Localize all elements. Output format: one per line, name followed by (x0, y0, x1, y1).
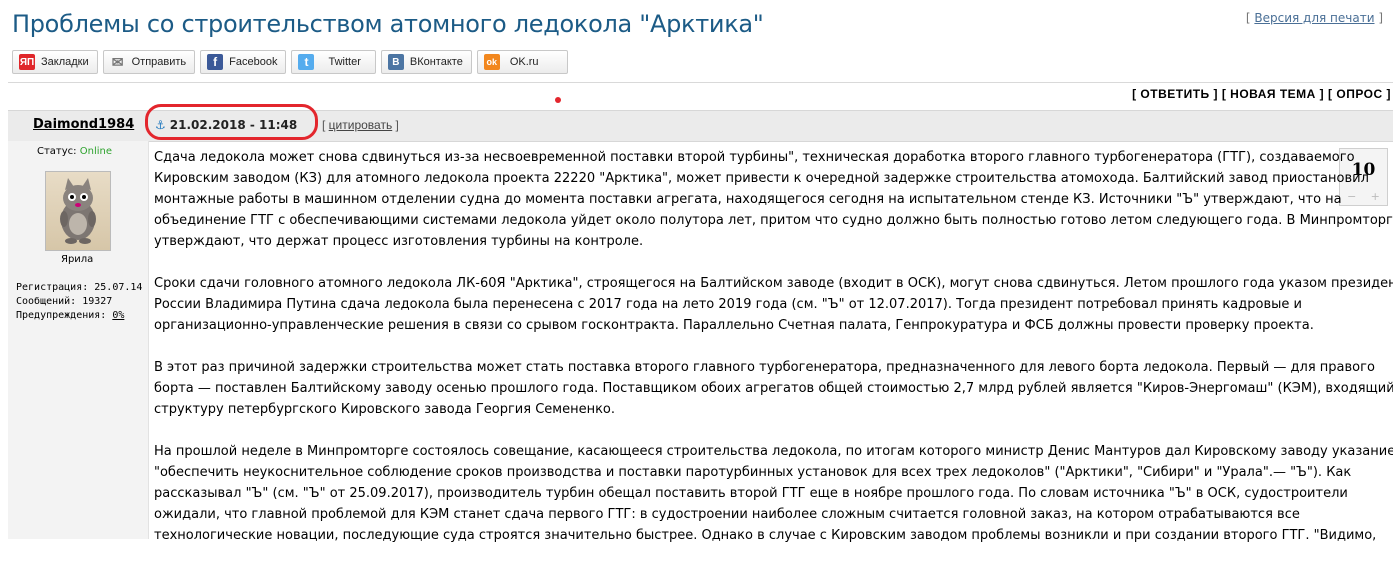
divider (8, 82, 1393, 83)
share-label: Facebook (229, 56, 278, 68)
warnings-label: Предупреждения: (16, 310, 113, 321)
post-paragraph: На прошлой неделе в Минпромторге состоял… (154, 444, 1393, 543)
user-status: Статус: Online (37, 146, 112, 157)
share-ok-button[interactable]: ok OK.ru (476, 50, 568, 74)
share-label: Twitter (328, 56, 361, 68)
share-label: Закладки (41, 56, 89, 68)
reply-button[interactable]: [ ОТВЕТИТЬ ] (1132, 87, 1218, 101)
quote-action: [ цитировать ] (322, 118, 399, 132)
page-title: Проблемы со строительством атомного ледо… (12, 10, 764, 38)
post-paragraph: В этот раз причиной задержки строительст… (154, 360, 1393, 417)
new-topic-button[interactable]: [ НОВАЯ ТЕМА ] (1222, 87, 1324, 101)
post-content: Сдача ледокола может снова сдвинуться из… (154, 147, 1393, 567)
vk-icon: B (387, 54, 404, 70)
status-online: Online (79, 146, 112, 157)
status-label: Статус: (37, 146, 77, 157)
share-bookmarks-button[interactable]: ЯП Закладки (12, 50, 98, 74)
share-vk-button[interactable]: B ВКонтакте (380, 50, 472, 74)
print-version: [ Версия для печати ] (1246, 11, 1383, 25)
share-mail-button[interactable]: ✉ Отправить (102, 50, 196, 74)
share-label: Отправить (131, 56, 187, 68)
poll-button[interactable]: [ ОПРОС ] (1328, 87, 1391, 101)
red-highlight-oval (145, 104, 318, 140)
avatar[interactable] (45, 171, 111, 251)
print-bracket-close: ] (1374, 11, 1383, 25)
red-dot-marker (555, 97, 561, 103)
quote-link[interactable]: цитировать (329, 118, 393, 132)
warnings-value[interactable]: 0% (112, 310, 124, 321)
user-registration: Регистрация: 25.07.14 (16, 282, 143, 293)
share-label: ВКонтакте (409, 56, 463, 68)
mail-icon: ✉ (111, 53, 124, 70)
print-version-link[interactable]: Версия для печати (1254, 11, 1374, 25)
share-twitter-button[interactable]: t Twitter (291, 50, 376, 74)
user-messages: Сообщений: 19327 (16, 296, 113, 307)
twitter-icon: t (298, 54, 315, 70)
post-paragraph: Сдача ледокола может снова сдвинуться из… (154, 150, 1393, 249)
share-facebook-button[interactable]: f Facebook (200, 50, 287, 74)
odnoklassniki-icon: ok (483, 54, 500, 70)
quote-bracket-close: ] (392, 118, 399, 132)
quote-bracket-open: [ (322, 118, 329, 132)
post-paragraph: Сроки сдачи головного атомного ледокола … (154, 276, 1393, 333)
user-stats: Регистрация: 25.07.14 Сообщений: 19327 П… (16, 281, 142, 323)
share-bar: ЯП Закладки ✉ Отправить f Facebook t Twitter… (12, 50, 568, 74)
cat-avatar-icon (60, 178, 96, 244)
topic-actions: [ ОТВЕТИТЬ ] [ НОВАЯ ТЕМА ] [ ОПРОС ] (1132, 87, 1391, 101)
post-author-link[interactable]: Daimond1984 (33, 117, 134, 132)
share-label: OK.ru (509, 56, 539, 68)
facebook-icon: f (207, 54, 224, 70)
yandex-bookmarks-icon: ЯП (19, 54, 35, 70)
user-warnings: Предупреждения: 0% (16, 309, 142, 323)
user-rank: Ярила (61, 254, 94, 265)
